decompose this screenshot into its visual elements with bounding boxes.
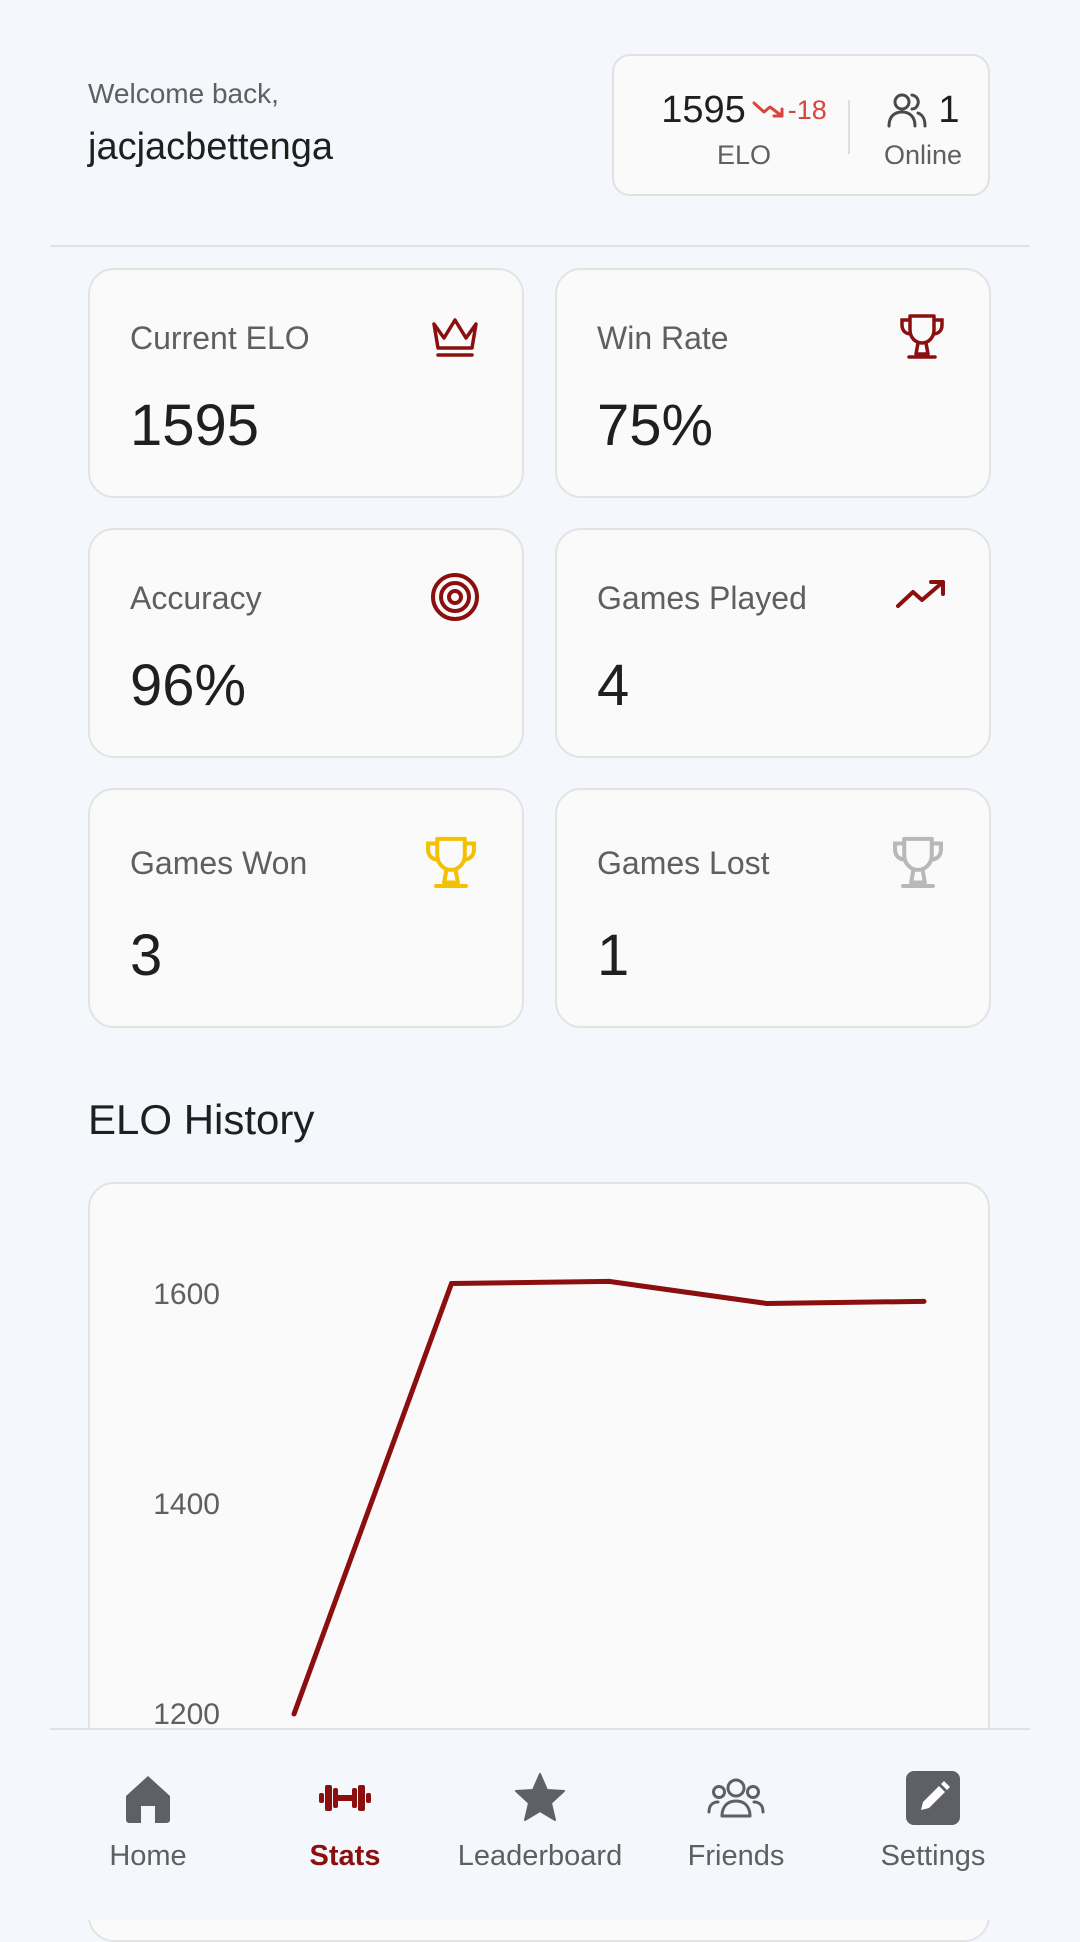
elo-series-line — [291, 1278, 925, 1715]
dumbbell-icon — [319, 1785, 371, 1811]
stat-value: 1595 — [130, 393, 260, 458]
nav-label: Stats — [309, 1840, 381, 1872]
bottom-nav: Home Stats Leaderboard Friends Settings — [0, 1728, 1080, 1920]
elo-data-point — [291, 1711, 297, 1717]
stat-value: 96% — [130, 653, 247, 718]
edit-icon — [906, 1771, 960, 1825]
nav-label: Leaderboard — [457, 1840, 623, 1872]
elo-delta-value: -18 — [787, 94, 827, 125]
trophy-icon — [426, 836, 476, 888]
stat-card-current-elo: Current ELO 1595 — [88, 268, 524, 498]
stat-label: Current ELO — [130, 320, 310, 356]
elo-data-point — [449, 1281, 454, 1286]
nav-item-stats[interactable]: Stats — [245, 1768, 445, 1873]
stat-value: 75% — [597, 393, 714, 458]
online-label: Online — [883, 140, 963, 170]
y-tick-label: 1600 — [153, 1278, 220, 1311]
stat-label: Games Lost — [597, 845, 770, 881]
status-divider — [848, 100, 850, 154]
username: jacjacbettenga — [88, 126, 334, 168]
users-icon — [707, 1778, 765, 1818]
trending-up-icon — [896, 580, 945, 608]
stat-value: 1 — [597, 923, 630, 988]
nav-item-home[interactable]: Home — [48, 1768, 248, 1873]
users-icon — [887, 93, 927, 128]
header: Welcome back, jacjacbettenga 1595 -18 EL… — [0, 0, 1080, 247]
trending-down-icon — [752, 101, 784, 118]
star-icon — [515, 1773, 565, 1821]
stat-label: Accuracy — [130, 580, 262, 616]
y-tick-label: 1400 — [153, 1488, 220, 1521]
trophy-icon — [893, 836, 943, 888]
welcome-text: Welcome back, — [88, 78, 279, 109]
elo-delta: -18 — [752, 95, 827, 126]
online-summary: 1 Online — [860, 84, 986, 171]
nav-item-settings[interactable]: Settings — [833, 1768, 1033, 1873]
elo-summary: 1595 -18 ELO — [644, 84, 844, 171]
elo-data-point — [764, 1300, 769, 1306]
nav-label: Settings — [880, 1840, 986, 1872]
stat-value: 3 — [130, 923, 163, 988]
stat-label: Games Played — [597, 580, 807, 616]
stat-value: 4 — [597, 653, 630, 718]
header-divider — [50, 245, 1030, 247]
section-title-elo-history: ELO History — [88, 1096, 315, 1143]
home-icon — [126, 1776, 170, 1823]
elo-data-point — [606, 1278, 612, 1284]
y-tick-label: 1200 — [153, 1698, 220, 1731]
stat-card-games-won: Games Won 3 — [88, 788, 524, 1028]
crown-icon — [432, 318, 478, 357]
status-card: 1595 -18 ELO 1 Online — [612, 54, 990, 196]
target-icon — [431, 573, 479, 621]
nav-divider — [50, 1728, 1030, 1730]
nav-label: Home — [109, 1840, 187, 1872]
elo-label: ELO — [716, 140, 772, 170]
online-count: 1 — [938, 88, 960, 131]
stat-label: Games Won — [130, 845, 308, 881]
elo-data-point — [921, 1298, 927, 1304]
nav-item-friends[interactable]: Friends — [636, 1768, 836, 1873]
nav-label: Friends — [687, 1840, 785, 1872]
stat-label: Win Rate — [597, 320, 729, 356]
nav-item-leaderboard[interactable]: Leaderboard — [440, 1768, 640, 1873]
stat-card-win-rate: Win Rate 75% — [555, 268, 991, 498]
stat-card-accuracy: Accuracy 96% — [88, 528, 524, 758]
trophy-icon — [900, 314, 944, 359]
stat-card-games-lost: Games Lost 1 — [555, 788, 991, 1028]
elo-value: 1595 — [661, 88, 746, 131]
stat-card-games-played: Games Played 4 — [555, 528, 991, 758]
